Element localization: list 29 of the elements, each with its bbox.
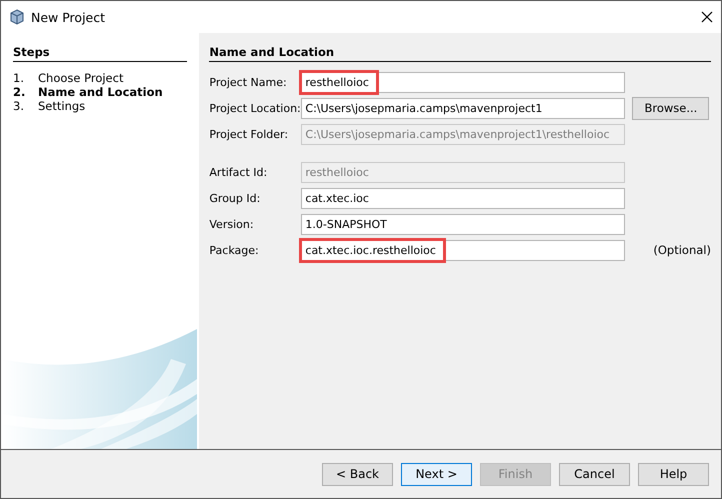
input-field[interactable]: cat.xtec.ioc	[301, 188, 626, 208]
input-field[interactable]: C:\Users\josepmaria.camps\mavenproject1	[301, 98, 626, 118]
step-label: Choose Project	[38, 71, 124, 85]
back-button[interactable]: < Back	[322, 462, 393, 486]
steps-heading: Steps	[13, 45, 188, 62]
field-label: Project Folder:	[209, 128, 290, 140]
field-label: Project Location:	[209, 102, 302, 114]
cancel-button[interactable]: Cancel	[559, 462, 630, 486]
field-label: Artifact Id:	[209, 166, 268, 178]
field-label: Project Name:	[209, 76, 288, 88]
help-button[interactable]: Help	[638, 462, 709, 486]
step-label: Name and Location	[38, 85, 163, 99]
step-number: 3.	[13, 99, 25, 113]
cube-icon	[9, 9, 25, 25]
window-title: New Project	[31, 10, 106, 24]
optional-note: (Optional)	[653, 243, 711, 257]
field-label: Version:	[209, 218, 255, 230]
input-field[interactable]: 1.0-SNAPSHOT	[301, 214, 626, 234]
section-heading: Name and Location	[209, 45, 711, 62]
input-field[interactable]: cat.xtec.ioc.resthelloioc	[301, 240, 626, 260]
field-label: Group Id:	[209, 192, 262, 204]
field-label: Package:	[209, 244, 260, 256]
close-icon[interactable]	[701, 11, 713, 23]
step-number: 2.	[13, 85, 26, 99]
browse-button[interactable]: Browse...	[632, 96, 710, 120]
next-button[interactable]: Next >	[401, 462, 472, 486]
step-number: 1.	[13, 71, 25, 85]
input-field[interactable]: resthelloioc	[301, 72, 626, 92]
step-label: Settings	[38, 99, 86, 113]
